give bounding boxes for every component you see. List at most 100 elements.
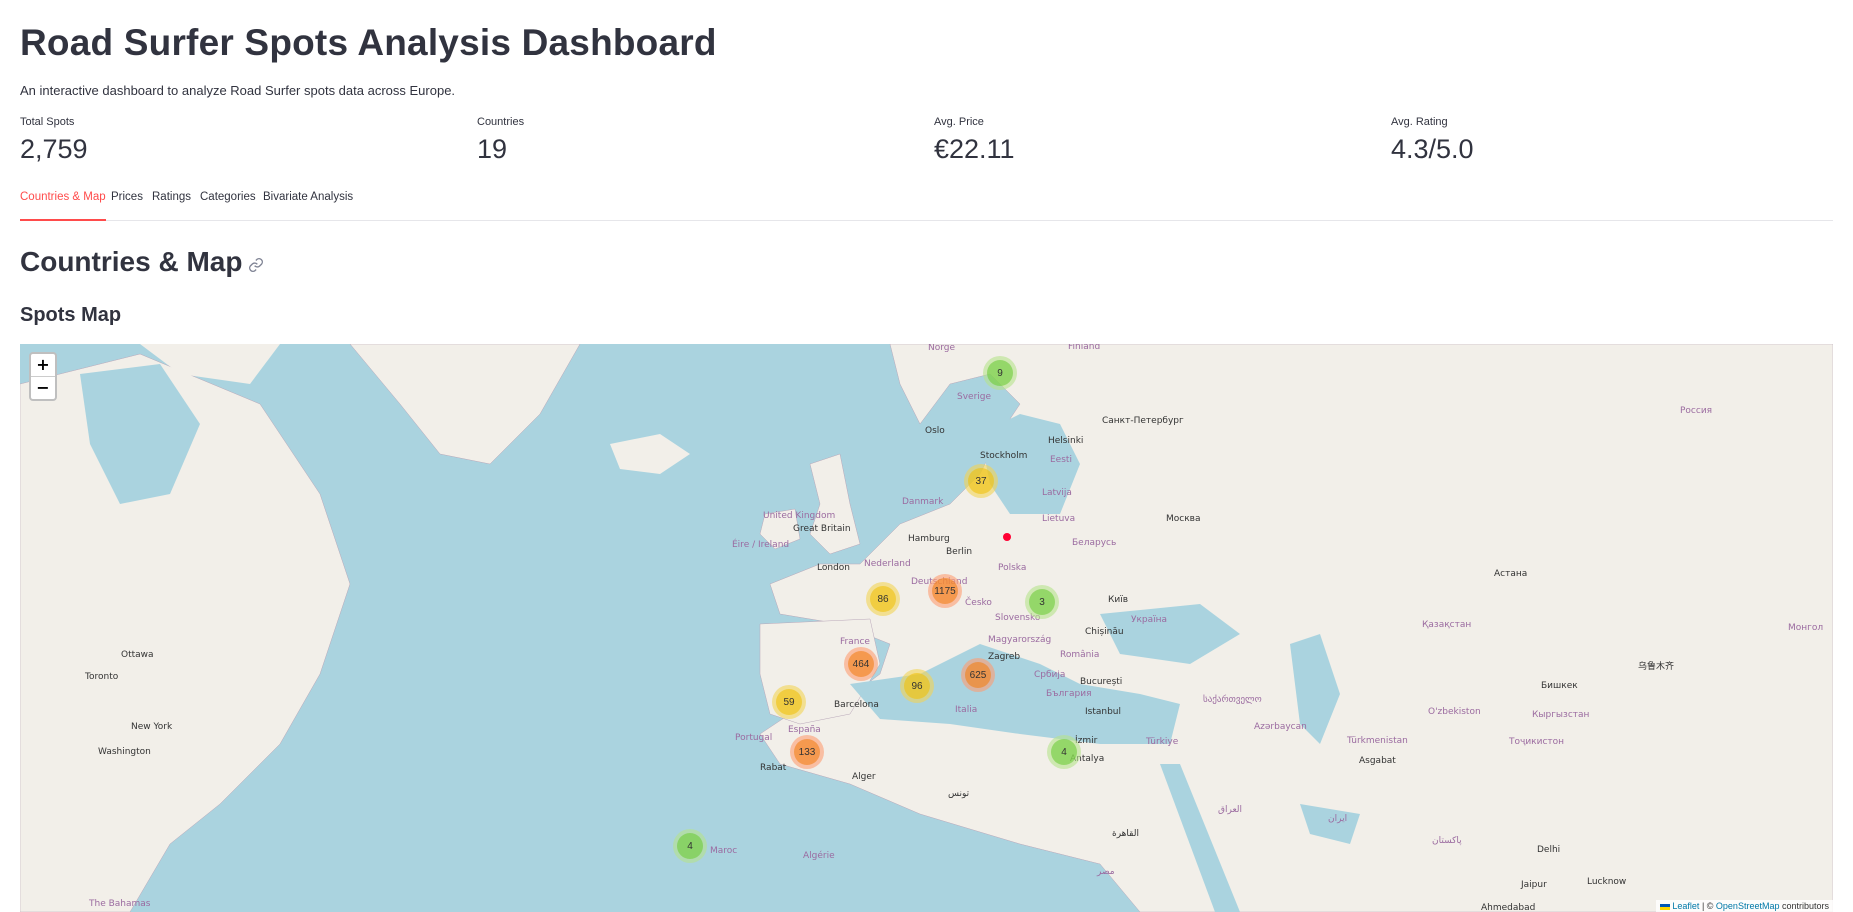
metric-label: Avg. Rating xyxy=(1391,116,1448,128)
cluster-count: 37 xyxy=(968,468,994,494)
map-cluster[interactable]: 96 xyxy=(900,669,934,703)
metric-label: Avg. Price xyxy=(934,116,984,128)
map-label-toronto: Toronto xyxy=(85,672,119,682)
tab-bar: Countries & Map Prices Ratings Categorie… xyxy=(20,186,1833,221)
map-cluster[interactable]: 625 xyxy=(961,658,995,692)
cluster-count: 3 xyxy=(1029,589,1055,615)
map-label-france: France xyxy=(840,637,870,647)
map-label-oslo: Oslo xyxy=(925,426,945,436)
map-label-bahamas: The Bahamas xyxy=(89,899,151,909)
metric-avg-rating: Avg. Rating 4.3/5.0 xyxy=(1391,116,1831,165)
map-label-uzbekistan: O'zbekiston xyxy=(1428,707,1481,717)
metric-label: Total Spots xyxy=(20,116,75,128)
map-cluster[interactable]: 9 xyxy=(983,356,1017,390)
map-label-azerbaycan: Azərbaycan xyxy=(1254,722,1307,732)
map-label-portugal: Portugal xyxy=(735,733,773,743)
map-cluster[interactable]: 464 xyxy=(844,647,878,681)
cluster-count: 4 xyxy=(1051,739,1077,765)
map-cluster[interactable]: 3 xyxy=(1025,585,1059,619)
zoom-out-button[interactable]: − xyxy=(31,377,55,399)
map-label-alger: Alger xyxy=(852,772,876,782)
map-cluster[interactable]: 4 xyxy=(673,829,707,863)
map-label-bulgaria: България xyxy=(1046,689,1092,699)
map-label-belarus: Беларусь xyxy=(1072,538,1117,548)
map-label-ottawa: Ottawa xyxy=(121,650,154,660)
map-label-srbija: Србија xyxy=(1034,670,1066,680)
cluster-count: 464 xyxy=(848,651,874,677)
map-label-iran: ایران xyxy=(1328,814,1348,824)
tab-prices[interactable]: Prices xyxy=(111,191,143,219)
map-label-turkmenistan: Türkmenistan xyxy=(1347,736,1408,746)
map-label-spb: Санкт-Петербург xyxy=(1102,416,1184,426)
metric-total-spots: Total Spots 2,759 xyxy=(20,116,460,165)
map-label-rabat: Rabat xyxy=(760,763,787,773)
map-label-barcelona: Barcelona xyxy=(834,700,879,710)
map-label-ukraine: Україна xyxy=(1131,615,1168,625)
map-label-romania: România xyxy=(1060,650,1100,660)
map-label-london: London xyxy=(817,563,850,573)
map-label-russia: Россия xyxy=(1680,406,1713,416)
metric-countries: Countries 19 xyxy=(477,116,917,165)
zoom-in-button[interactable]: + xyxy=(31,354,55,377)
map-label-norge: Norge xyxy=(928,344,956,353)
map-label-astana: Астана xyxy=(1494,569,1528,579)
tab-countries-map[interactable]: Countries & Map xyxy=(20,191,106,221)
metric-value: €22.11 xyxy=(934,134,1015,164)
map-label-bishkek: Бишкек xyxy=(1541,681,1578,691)
cluster-count: 4 xyxy=(677,833,703,859)
metric-label: Countries xyxy=(477,116,525,128)
map-label-italia: Italia xyxy=(955,705,978,715)
map-marker[interactable] xyxy=(1003,533,1011,541)
map-label-cesko: Česko xyxy=(965,598,992,608)
attribution-suffix: contributors xyxy=(1779,901,1829,911)
map-label-helsinki: Helsinki xyxy=(1048,436,1084,446)
section-title-text: Countries & Map xyxy=(20,246,243,277)
map-cluster[interactable]: 133 xyxy=(790,735,824,769)
map-label-bucuresti: București xyxy=(1080,677,1123,687)
tab-categories[interactable]: Categories xyxy=(200,191,256,219)
map-label-zagreb: Zagreb xyxy=(988,652,1021,662)
metric-value: 2,759 xyxy=(20,134,88,164)
map-label-washington: Washington xyxy=(98,747,151,757)
attribution-sep: | © xyxy=(1699,901,1716,911)
cluster-count: 9 xyxy=(987,360,1013,386)
map-cluster[interactable]: 37 xyxy=(964,464,998,498)
map-label-uk: United Kingdom xyxy=(763,511,836,521)
map-label-kyiv: Київ xyxy=(1108,595,1129,605)
map-label-latvija: Latvija xyxy=(1042,488,1072,498)
cluster-count: 1175 xyxy=(932,578,958,604)
map-label-stockholm: Stockholm xyxy=(980,451,1028,461)
spots-map[interactable]: Norge Finland Sverige Oslo Helsinki Санк… xyxy=(20,344,1833,912)
map-label-cairo: القاهرة xyxy=(1112,829,1139,839)
tab-ratings[interactable]: Ratings xyxy=(152,191,191,219)
map-label-misr: مصر xyxy=(1097,867,1115,877)
map-label-moskva: Москва xyxy=(1166,514,1201,524)
tab-bivariate-analysis[interactable]: Bivariate Analysis xyxy=(263,191,353,219)
map-label-newyork: New York xyxy=(131,722,173,732)
map-label-kyrgyzstan: Кыргызстан xyxy=(1532,710,1590,720)
section-title: Countries & Map xyxy=(20,246,264,280)
map-cluster[interactable]: 1175 xyxy=(928,574,962,608)
page-subtitle: An interactive dashboard to analyze Road… xyxy=(20,83,456,98)
map-label-eesti: Eesti xyxy=(1050,455,1072,465)
map-cluster[interactable]: 59 xyxy=(772,685,806,719)
map-label-kazakhstan: Қазақстан xyxy=(1422,620,1472,630)
map-cluster[interactable]: 4 xyxy=(1047,735,1081,769)
link-icon[interactable] xyxy=(248,248,264,280)
page-title: Road Surfer Spots Analysis Dashboard xyxy=(20,22,717,63)
cluster-count: 625 xyxy=(965,662,991,688)
metric-value: 19 xyxy=(477,134,508,164)
map-label-ahmedabad: Ahmedabad xyxy=(1481,903,1536,912)
map-label-finland: Finland xyxy=(1068,344,1101,352)
map-label-nederland: Nederland xyxy=(864,559,911,569)
map-label-gb: Great Britain xyxy=(793,524,851,534)
map-cluster[interactable]: 86 xyxy=(866,582,900,616)
map-label-pakistan: پاکستان xyxy=(1432,836,1462,846)
osm-link[interactable]: OpenStreetMap xyxy=(1716,901,1780,911)
cluster-count: 96 xyxy=(904,673,930,699)
map-label-lucknow: Lucknow xyxy=(1587,877,1627,887)
map-label-hamburg: Hamburg xyxy=(908,534,950,544)
map-label-tojikiston: Тоҷикистон xyxy=(1509,737,1565,747)
map-label-ashgabat: Asgabat xyxy=(1359,756,1396,766)
leaflet-link[interactable]: Leaflet xyxy=(1672,901,1699,911)
